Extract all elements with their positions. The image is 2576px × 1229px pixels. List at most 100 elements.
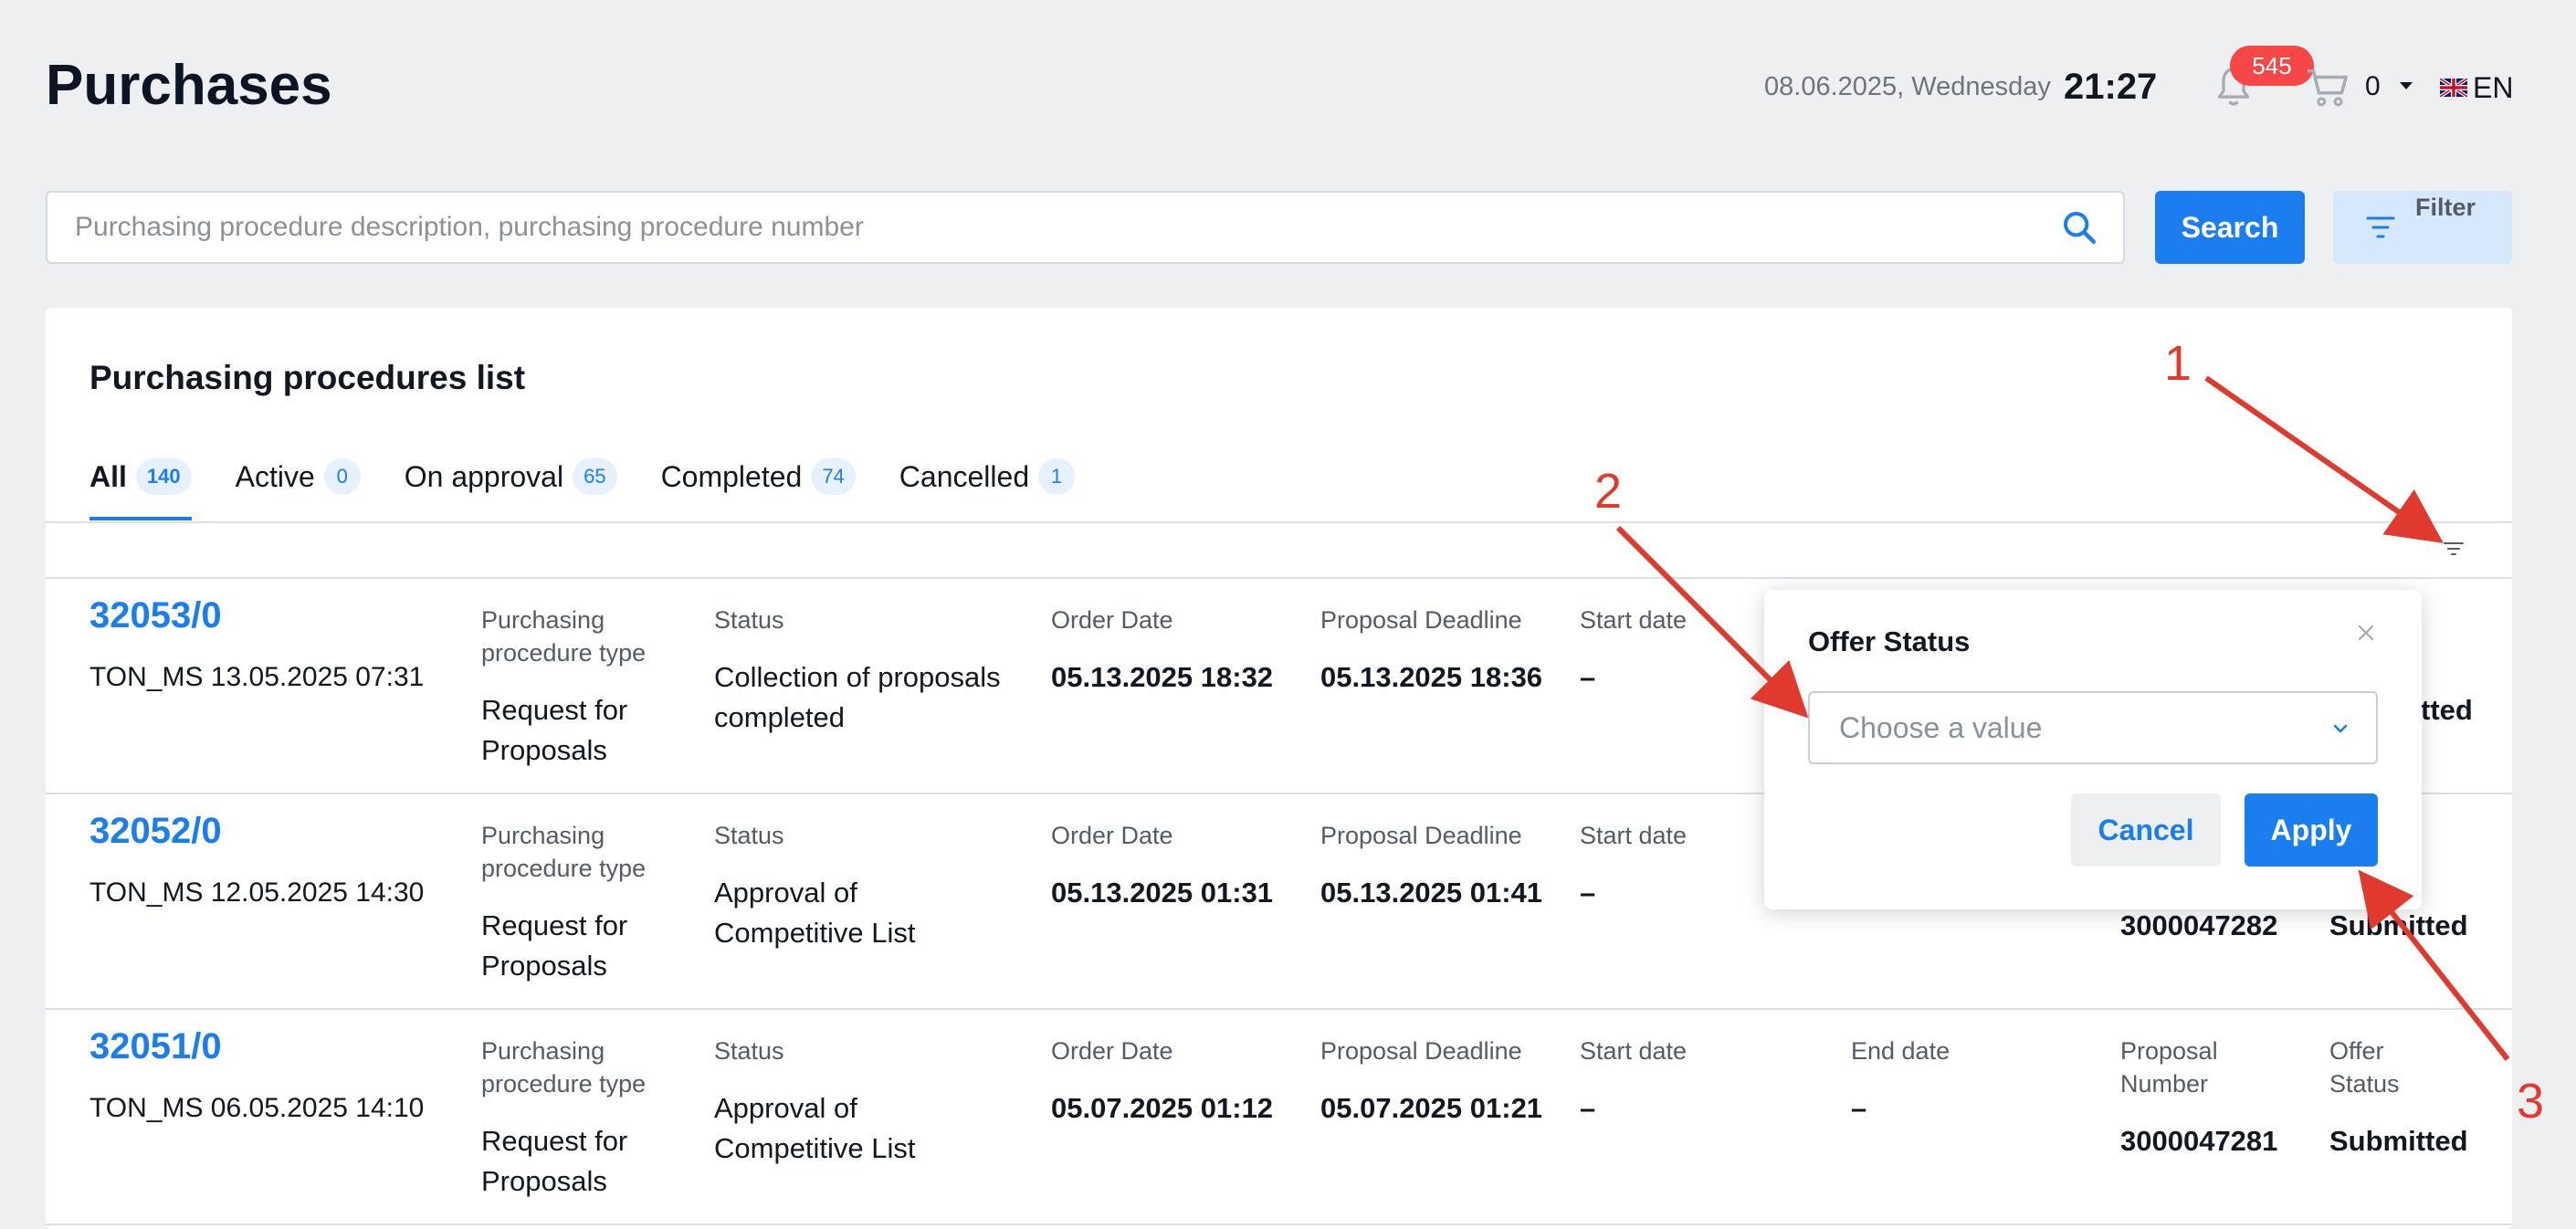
procedure-number-link[interactable]: 32052/0 (89, 809, 222, 853)
tab-all[interactable]: All 140 (89, 457, 192, 520)
deadline-label: Proposal Deadline (1320, 606, 1522, 634)
search-button[interactable]: Search (2155, 191, 2305, 264)
tab-label: Completed (660, 459, 803, 493)
type-label: procedure type (481, 1070, 647, 1098)
status-value: Approval of (714, 877, 857, 909)
chevron-down-icon (2333, 724, 2348, 733)
procedure-subtitle: TON_MS 06.05.2025 14:10 (89, 1093, 425, 1123)
status-value: Competitive List (714, 917, 916, 949)
proposal-number-value: 3000047281 (2120, 1125, 2278, 1157)
tab-count: 140 (135, 458, 192, 495)
apply-button[interactable]: Apply (2245, 793, 2378, 867)
cart-icon[interactable] (2305, 66, 2350, 110)
type-label: Purchasing (481, 822, 605, 849)
offer-status-value: Submitted (2329, 909, 2468, 941)
type-value: Request for (481, 1125, 628, 1157)
cancel-button[interactable]: Cancel (2071, 793, 2221, 867)
type-label: Purchasing (481, 606, 605, 634)
tab-active[interactable]: Active 0 (236, 457, 361, 497)
search-input[interactable] (75, 193, 2038, 262)
order-date-label: Order Date (1051, 822, 1173, 849)
procedure-number-link[interactable]: 32053/0 (89, 593, 222, 637)
start-date-label: Start date (1580, 822, 1688, 849)
language-selector[interactable]: EN (2473, 71, 2513, 104)
current-date: 08.06.2025, Wednesday (1764, 72, 2051, 101)
status-value: Competitive List (714, 1132, 916, 1164)
procedure-number-link[interactable]: 32051/0 (89, 1024, 222, 1068)
page-title: Purchases (46, 54, 332, 117)
deadline-value: 05.07.2025 01:21 (1320, 1092, 1543, 1124)
tab-label: On approval (404, 459, 564, 493)
type-value: Proposals (481, 734, 607, 766)
tab-count: 0 (323, 458, 361, 495)
status-value: completed (714, 701, 846, 733)
type-value: Request for (481, 909, 628, 941)
status-value: Collection of proposals (714, 661, 1001, 693)
type-value: Proposals (481, 1165, 607, 1197)
start-date-label: Start date (1580, 1037, 1688, 1065)
search-icon[interactable] (2061, 209, 2098, 246)
start-date-value: – (1580, 877, 1596, 909)
type-label: Purchasing (481, 1037, 605, 1065)
tabs: All 140 Active 0 On approval 65 Complete… (89, 457, 1119, 522)
procedure-subtitle: TON_MS 13.05.2025 07:31 (89, 662, 425, 692)
status-label: Status (714, 606, 784, 634)
order-date-value: 05.07.2025 01:12 (1051, 1092, 1274, 1124)
row-divider (46, 1008, 2512, 1010)
current-time: 21:27 (2064, 67, 2158, 107)
type-value: Request for (481, 694, 628, 726)
tab-cancelled[interactable]: Cancelled 1 (899, 457, 1076, 497)
filter-button[interactable]: Filter (2333, 191, 2512, 264)
start-date-value: – (1580, 661, 1596, 693)
offer-status-value: tted (2421, 694, 2473, 726)
order-date-label: Order Date (1051, 1037, 1173, 1065)
offer-status-label: Status (2329, 1070, 2400, 1098)
close-icon[interactable] (2352, 619, 2380, 646)
tab-count: 74 (811, 458, 856, 495)
proposal-number-label: Proposal (2120, 1037, 2218, 1065)
end-date-value: – (1851, 1092, 1867, 1124)
notification-badge[interactable]: 545 (2230, 46, 2314, 86)
tabs-divider (46, 521, 2512, 523)
proposal-number-value: 3000047282 (2120, 909, 2278, 941)
deadline-label: Proposal Deadline (1320, 1037, 1522, 1065)
tab-completed[interactable]: Completed 74 (661, 457, 856, 497)
type-label: procedure type (481, 639, 647, 667)
end-date-label: End date (1851, 1037, 1950, 1065)
deadline-value: 05.13.2025 01:41 (1320, 877, 1543, 909)
annotation-label-2: 2 (1594, 464, 1623, 519)
start-date-value: – (1580, 1092, 1596, 1124)
row-divider (46, 577, 2512, 579)
offer-status-select[interactable]: Choose a value (1808, 691, 2378, 764)
proposal-number-label: Number (2120, 1070, 2209, 1098)
cart-count: 0 (2365, 71, 2381, 101)
order-date-label: Order Date (1051, 606, 1173, 634)
list-title: Purchasing procedures list (89, 359, 526, 396)
tab-label: Cancelled (899, 459, 1030, 493)
type-label: procedure type (481, 855, 647, 882)
row-divider (46, 1224, 2512, 1225)
offer-status-label: Offer (2329, 1037, 2384, 1065)
status-value: Approval of (714, 1092, 857, 1124)
search-box (46, 191, 2125, 264)
filter-label: Filter (2415, 194, 2476, 221)
popup-title: Offer Status (1808, 625, 1971, 657)
offer-status-value: Submitted (2329, 1125, 2468, 1157)
tab-count: 65 (573, 458, 617, 495)
deadline-value: 05.13.2025 18:36 (1320, 661, 1543, 693)
tab-on-approval[interactable]: On approval 65 (405, 457, 617, 497)
procedure-subtitle: TON_MS 12.05.2025 14:30 (89, 877, 425, 908)
annotation-label-3: 3 (2517, 1074, 2545, 1129)
tab-label: Active (235, 459, 315, 493)
filter-icon (2366, 216, 2395, 238)
status-label: Status (714, 822, 784, 849)
deadline-label: Proposal Deadline (1320, 822, 1522, 849)
start-date-label: Start date (1580, 606, 1688, 634)
column-filter-icon[interactable] (2444, 541, 2464, 557)
uk-flag-icon[interactable] (2440, 79, 2467, 97)
order-date-value: 05.13.2025 18:32 (1051, 661, 1274, 693)
chevron-down-icon[interactable] (2400, 82, 2413, 89)
status-label: Status (714, 1037, 784, 1065)
select-placeholder: Choose a value (1839, 711, 2043, 744)
tab-label: All (89, 459, 127, 493)
